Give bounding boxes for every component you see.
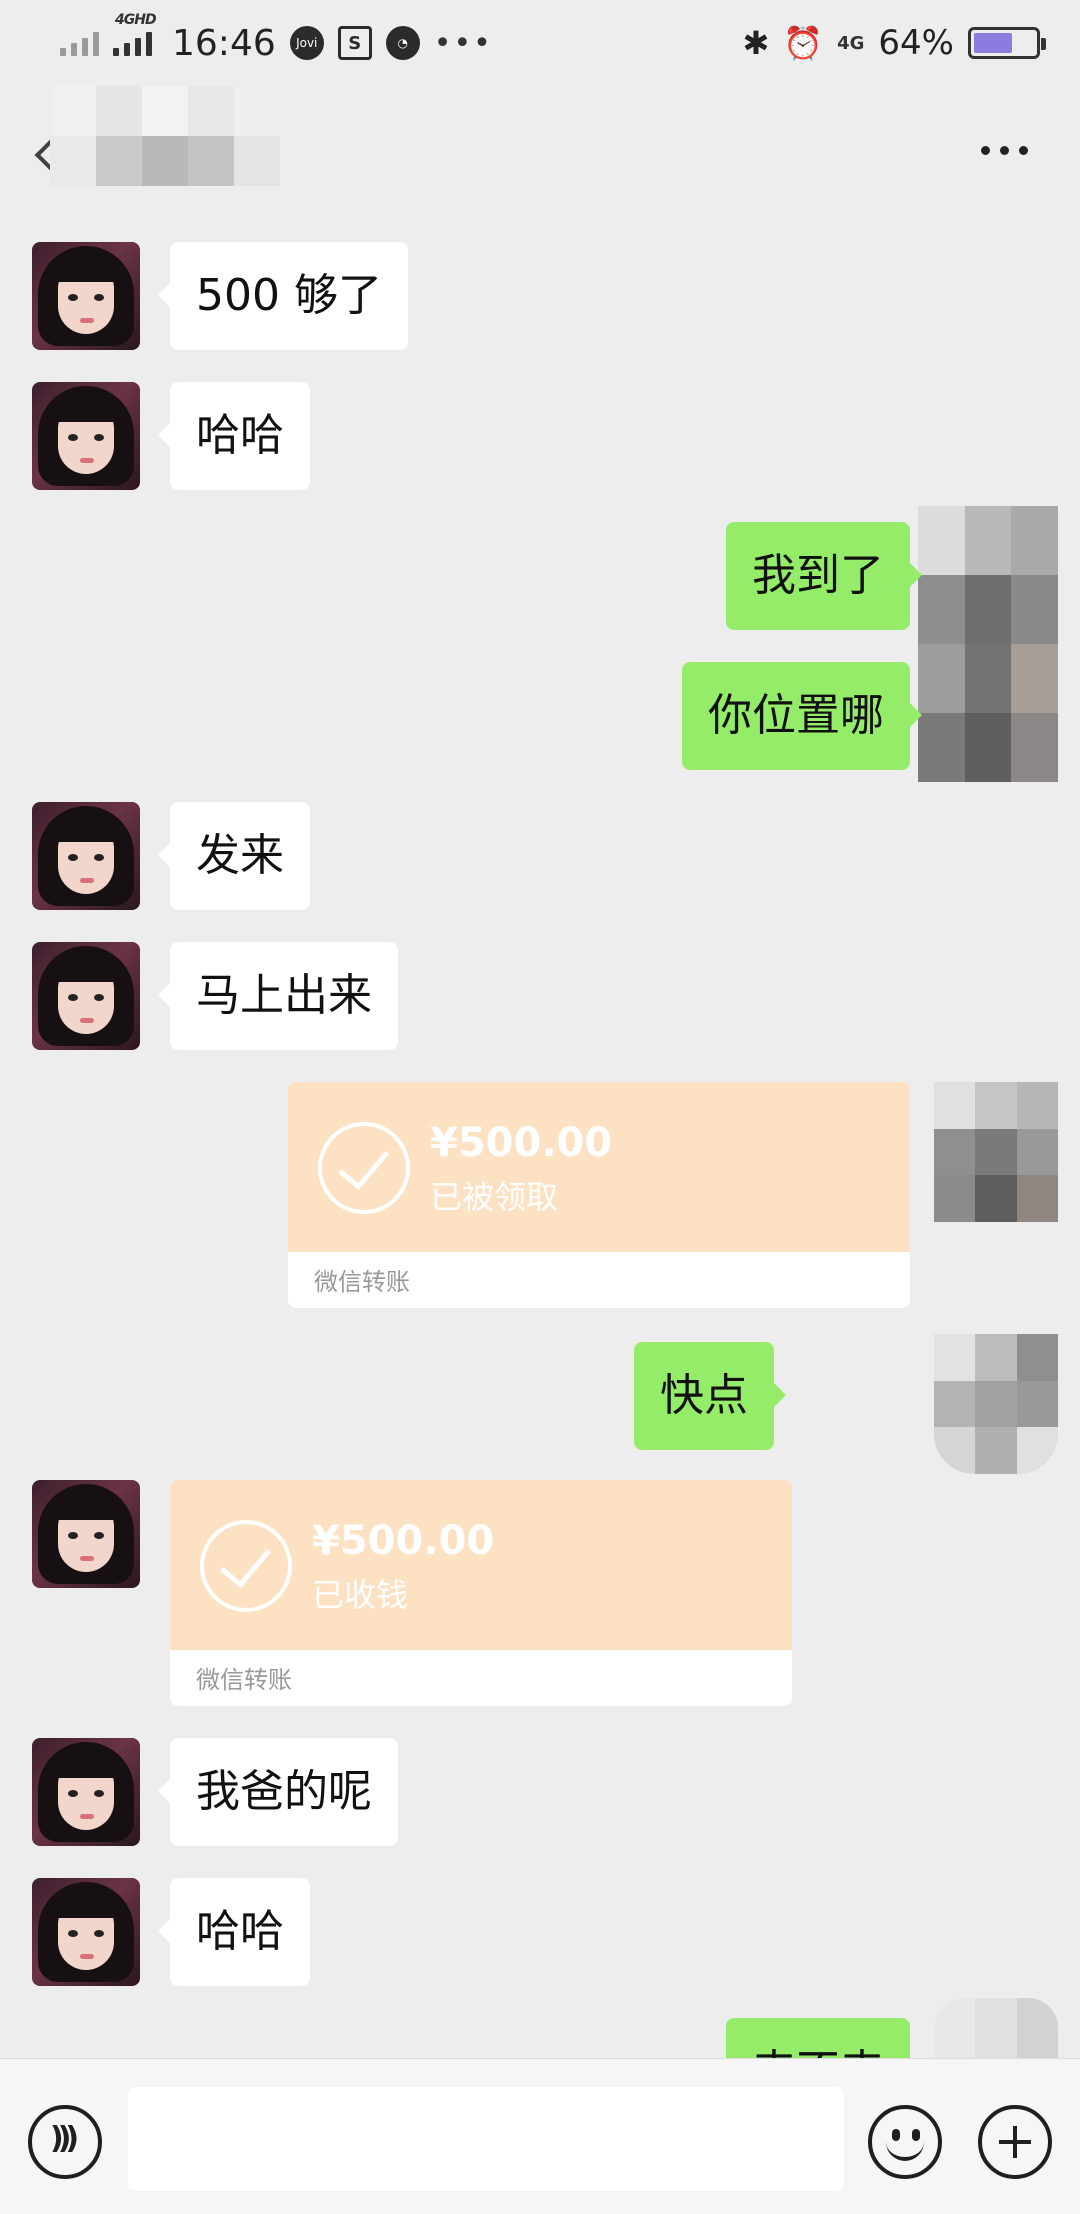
screenshot-icon: S <box>337 26 372 60</box>
check-circle-icon <box>200 1520 292 1612</box>
message-bubble-received[interactable]: 发来 <box>158 802 310 910</box>
more-options-icon[interactable] <box>981 146 1028 155</box>
message-row: 你位置哪 <box>0 662 1080 770</box>
contact-avatar[interactable] <box>32 1480 140 1588</box>
message-row: 哈哈 <box>0 1878 1080 1986</box>
message-row: 500 够了 <box>0 242 1080 350</box>
message-bubble-sent[interactable]: 你位置哪 <box>682 662 922 770</box>
transfer-status: 已被领取 <box>430 1178 559 1216</box>
battery-icon <box>968 27 1046 59</box>
alarm-icon: ⏰ <box>783 24 824 62</box>
input-bar <box>0 2058 1080 2214</box>
more-actions-plus-icon[interactable] <box>978 2105 1052 2179</box>
status-left: 4GHD 16:46 Jovi S ◔ ••• <box>60 12 493 68</box>
signal-sim1-icon <box>60 30 99 56</box>
signal-sim2-icon: 4GHD <box>113 12 157 56</box>
clock-time: 16:46 <box>172 22 276 64</box>
network-tag: 4GHD <box>115 12 157 28</box>
speed-icon: ◔ <box>385 26 420 60</box>
check-circle-icon <box>318 1122 410 1214</box>
contact-avatar[interactable] <box>32 382 140 490</box>
network-type: 4G <box>837 32 865 54</box>
contact-avatar[interactable] <box>32 802 140 910</box>
message-row: 马上出来 <box>0 942 1080 1050</box>
message-row: 我爸的呢 <box>0 1738 1080 1846</box>
status-right: ✱ ⏰ 4G 64% <box>742 18 1046 68</box>
message-bubble-received[interactable]: 哈哈 <box>158 382 310 490</box>
message-bubble-received[interactable]: 500 够了 <box>158 242 408 350</box>
message-row: 哈哈 <box>0 382 1080 490</box>
message-bubble-sent[interactable]: 我到了 <box>726 522 922 630</box>
battery-fill <box>974 33 1013 53</box>
transfer-label: 微信转账 <box>196 1666 292 1694</box>
self-avatar[interactable] <box>934 1334 1058 1474</box>
transfer-status: 已收钱 <box>312 1576 409 1614</box>
chat-header <box>0 86 1080 196</box>
transfer-amount: ¥500.00 <box>312 1518 495 1564</box>
message-bubble-received[interactable]: 马上出来 <box>158 942 398 1050</box>
message-row: ¥500.00 已收钱 微信转账 <box>0 1480 1080 1706</box>
message-bubble-sent[interactable]: 来不来 <box>726 2018 910 2058</box>
chat-screen: 4GHD 16:46 Jovi S ◔ ••• ✱ ⏰ 4G 64% 500 够… <box>0 0 1080 2214</box>
chat-title-obscured <box>50 86 280 186</box>
message-row: 发来 <box>0 802 1080 910</box>
self-avatar[interactable] <box>934 1082 1058 1222</box>
contact-avatar[interactable] <box>32 242 140 350</box>
transfer-label: 微信转账 <box>314 1268 410 1296</box>
message-row: 来不来 <box>0 1998 1080 2058</box>
jovi-label: Jovi <box>296 36 318 50</box>
self-avatar[interactable] <box>934 1998 1058 2058</box>
message-list[interactable]: 500 够了 哈哈 我到了 你位置哪 发来 马上出来 ¥500.00 已被领取 … <box>0 196 1080 2058</box>
message-bubble-received[interactable]: 哈哈 <box>158 1878 310 1986</box>
more-notifications-icon: ••• <box>433 25 493 61</box>
bluetooth-icon: ✱ <box>742 24 770 62</box>
message-row: 我到了 <box>0 522 1080 630</box>
message-input[interactable] <box>128 2087 844 2191</box>
transfer-card-received[interactable]: ¥500.00 已收钱 微信转账 <box>170 1480 792 1706</box>
message-bubble-sent[interactable]: 快点 <box>634 1342 786 1450</box>
contact-avatar[interactable] <box>32 1738 140 1846</box>
battery-percent: 64% <box>878 23 954 63</box>
contact-avatar[interactable] <box>32 942 140 1050</box>
message-bubble-received[interactable]: 我爸的呢 <box>158 1738 398 1846</box>
transfer-amount: ¥500.00 <box>430 1120 613 1166</box>
status-bar: 4GHD 16:46 Jovi S ◔ ••• ✱ ⏰ 4G 64% <box>0 0 1080 86</box>
transfer-card-sent[interactable]: ¥500.00 已被领取 微信转账 <box>288 1082 910 1308</box>
message-row: 快点 <box>0 1334 1080 1474</box>
jovi-icon: Jovi <box>289 26 324 60</box>
voice-input-icon[interactable] <box>28 2105 102 2179</box>
contact-avatar[interactable] <box>32 1878 140 1986</box>
message-row: ¥500.00 已被领取 微信转账 <box>0 1082 1080 1308</box>
emoji-icon[interactable] <box>868 2105 942 2179</box>
